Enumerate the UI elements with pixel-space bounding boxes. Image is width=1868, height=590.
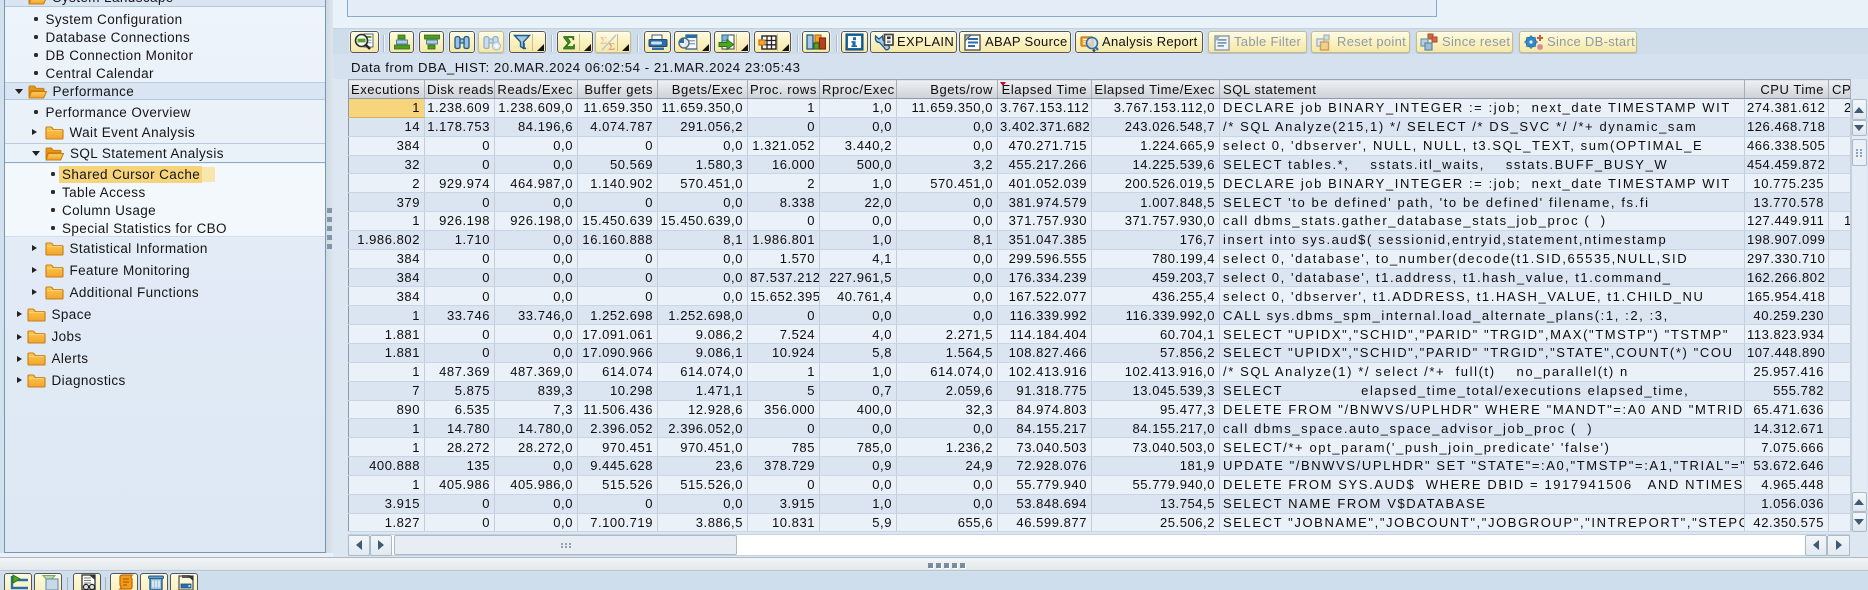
svg-text:Σ: Σ [563, 34, 575, 51]
